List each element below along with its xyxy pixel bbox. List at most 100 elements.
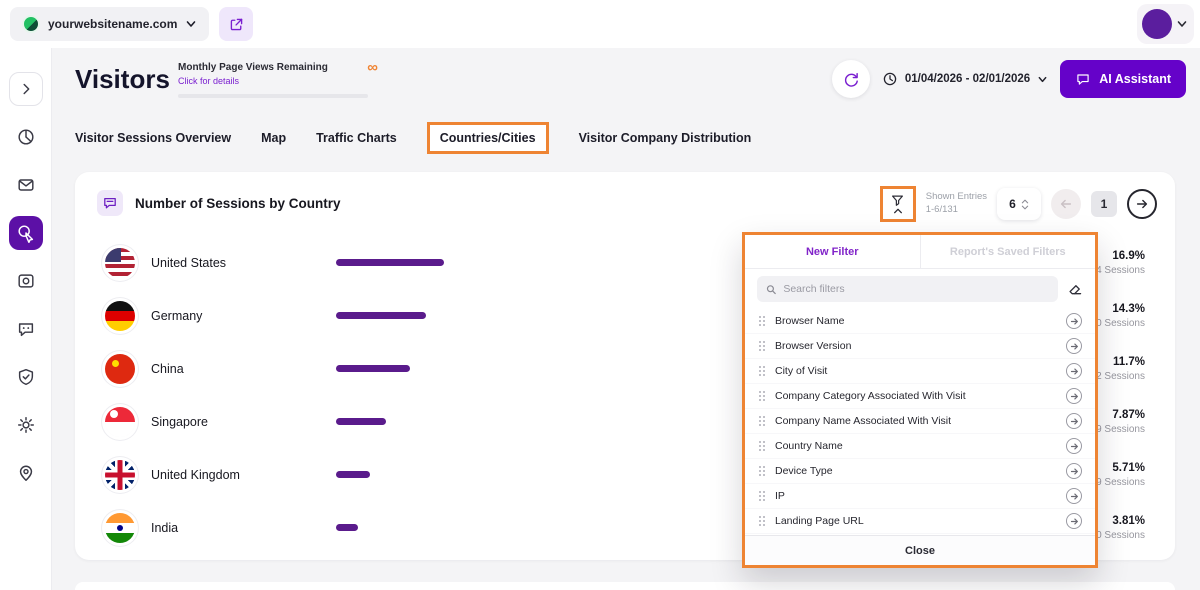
sessions-bar xyxy=(336,365,410,372)
sidebar-item-feedback[interactable] xyxy=(9,312,43,346)
apply-filter-arrow-icon[interactable] xyxy=(1066,513,1082,529)
filter-option-device-type[interactable]: Device Type xyxy=(745,459,1095,484)
filter-option-company-name[interactable]: Company Name Associated With Visit xyxy=(745,409,1095,434)
tab-map[interactable]: Map xyxy=(261,131,286,145)
sidebar-item-privacy[interactable] xyxy=(9,360,43,394)
ai-assistant-button[interactable]: AI Assistant xyxy=(1060,60,1186,98)
tab-countries-cities[interactable]: Countries/Cities xyxy=(427,122,549,154)
website-favicon-icon xyxy=(22,15,40,33)
filter-option-browser-name[interactable]: Browser Name xyxy=(745,309,1095,334)
sessions-percent: 11.7% xyxy=(1091,356,1145,368)
drag-handle-icon[interactable] xyxy=(758,315,766,327)
map-pin-icon xyxy=(16,463,36,483)
sessions-bar xyxy=(336,312,426,319)
page-views-progress-bar xyxy=(178,94,368,98)
apply-filter-arrow-icon[interactable] xyxy=(1066,313,1082,329)
sidebar-item-visitors[interactable] xyxy=(9,216,43,250)
website-selector[interactable]: yourwebsitename.com xyxy=(10,7,209,41)
sidebar-item-recordings[interactable] xyxy=(9,264,43,298)
filter-option-country-name[interactable]: Country Name xyxy=(745,434,1095,459)
sidebar-toggle-button[interactable] xyxy=(9,72,43,106)
row-stats: 7.87% 09 Sessions xyxy=(1091,409,1145,435)
flag-germany-icon xyxy=(105,301,135,331)
tab-visitor-sessions-overview[interactable]: Visitor Sessions Overview xyxy=(75,131,231,145)
apply-filter-arrow-icon[interactable] xyxy=(1066,463,1082,479)
eraser-icon xyxy=(1068,282,1083,297)
shield-icon xyxy=(16,367,36,387)
apply-filter-arrow-icon[interactable] xyxy=(1066,388,1082,404)
sidebar-item-dashboard[interactable] xyxy=(9,120,43,154)
sidebar-item-support[interactable] xyxy=(9,456,43,490)
drag-handle-icon[interactable] xyxy=(758,515,766,527)
apply-filter-arrow-icon[interactable] xyxy=(1066,488,1082,504)
sessions-percent: 16.9% xyxy=(1091,250,1145,262)
drag-handle-icon[interactable] xyxy=(758,440,766,452)
sidebar-item-inbox[interactable] xyxy=(9,168,43,202)
sessions-bar xyxy=(336,418,386,425)
drag-handle-icon[interactable] xyxy=(758,465,766,477)
flag-singapore-icon xyxy=(105,407,135,437)
chevron-down-icon xyxy=(1037,74,1048,85)
filter-button[interactable] xyxy=(880,186,916,222)
next-page-button[interactable] xyxy=(1127,189,1157,219)
close-button[interactable]: Close xyxy=(745,535,1095,565)
filter-tab-new[interactable]: New Filter xyxy=(745,235,921,268)
report-tabs: Visitor Sessions Overview Map Traffic Ch… xyxy=(75,118,751,158)
drag-handle-icon[interactable] xyxy=(758,340,766,352)
search-icon xyxy=(766,284,776,295)
page-views-label: Monthly Page Views Remaining xyxy=(178,62,374,73)
filter-tab-saved[interactable]: Report's Saved Filters xyxy=(921,235,1096,268)
country-name: United States xyxy=(151,256,336,270)
tab-traffic-charts[interactable]: Traffic Charts xyxy=(316,131,397,145)
page-views-remaining: Monthly Page Views Remaining Click for d… xyxy=(178,62,374,98)
chevron-up-icon xyxy=(893,208,903,214)
date-range-value: 01/04/2026 - 02/01/2026 xyxy=(905,73,1030,85)
filter-option-ip[interactable]: IP xyxy=(745,484,1095,509)
refresh-button[interactable] xyxy=(832,60,870,98)
apply-filter-arrow-icon[interactable] xyxy=(1066,363,1082,379)
flag-united-states-icon xyxy=(105,248,135,278)
chat-bubble-icon xyxy=(16,319,36,339)
ai-assistant-label: AI Assistant xyxy=(1099,72,1171,86)
filter-option-city-of-visit[interactable]: City of Visit xyxy=(745,359,1095,384)
page-title: Visitors xyxy=(75,64,170,95)
clear-filters-button[interactable] xyxy=(1068,282,1083,297)
pie-chart-icon xyxy=(16,127,36,147)
filter-option-company-category[interactable]: Company Category Associated With Visit xyxy=(745,384,1095,409)
sessions-percent: 7.87% xyxy=(1091,409,1145,421)
mail-icon xyxy=(16,175,36,195)
sessions-count: 59 Sessions xyxy=(1091,477,1145,488)
tab-visitor-company-distribution[interactable]: Visitor Company Distribution xyxy=(579,131,752,145)
page-views-details-link[interactable]: Click for details xyxy=(178,76,374,86)
account-menu[interactable] xyxy=(1137,4,1194,44)
page-size-select[interactable]: 6 xyxy=(997,188,1041,220)
country-name: China xyxy=(151,362,336,376)
clock-icon xyxy=(882,71,898,87)
shown-entries: Shown Entries 1-6/131 xyxy=(926,191,987,217)
filter-option-landing-page-url[interactable]: Landing Page URL xyxy=(745,509,1095,534)
filter-option-browser-version[interactable]: Browser Version xyxy=(745,334,1095,359)
topbar: yourwebsitename.com xyxy=(0,0,1200,48)
apply-filter-arrow-icon[interactable] xyxy=(1066,338,1082,354)
open-website-button[interactable] xyxy=(219,7,253,41)
date-range-picker[interactable]: 01/04/2026 - 02/01/2026 xyxy=(882,71,1048,87)
drag-handle-icon[interactable] xyxy=(758,490,766,502)
drag-handle-icon[interactable] xyxy=(758,365,766,377)
apply-filter-arrow-icon[interactable] xyxy=(1066,438,1082,454)
flag-india-icon xyxy=(105,513,135,543)
avatar xyxy=(1142,9,1172,39)
filter-search[interactable] xyxy=(757,276,1058,302)
filter-search-input[interactable] xyxy=(783,283,1049,295)
sessions-count: 40 Sessions xyxy=(1091,530,1145,541)
external-link-icon xyxy=(228,16,245,33)
drag-handle-icon[interactable] xyxy=(758,415,766,427)
sessions-count: 52 Sessions xyxy=(1091,371,1145,382)
funnel-icon xyxy=(890,194,905,208)
website-name: yourwebsitename.com xyxy=(48,17,177,31)
sidebar-item-settings[interactable] xyxy=(9,408,43,442)
drag-handle-icon[interactable] xyxy=(758,390,766,402)
page-size-value: 6 xyxy=(1009,197,1016,211)
prev-page-button[interactable] xyxy=(1051,189,1081,219)
apply-filter-arrow-icon[interactable] xyxy=(1066,413,1082,429)
shown-entries-label: Shown Entries xyxy=(926,191,987,204)
